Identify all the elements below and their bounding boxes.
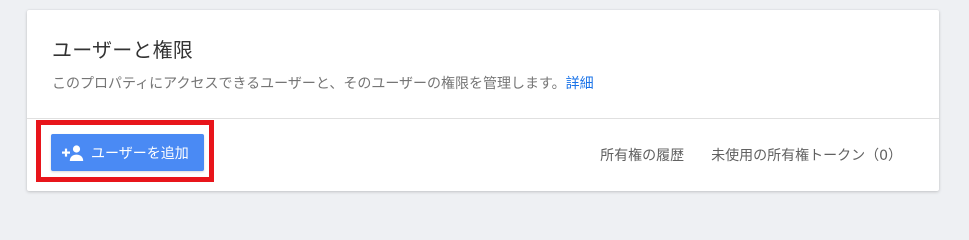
learn-more-link[interactable]: 詳細 — [566, 76, 594, 92]
unused-ownership-tokens-link[interactable]: 未使用の所有権トークン（0） — [711, 145, 902, 165]
panel-description: このプロパティにアクセスできるユーザーと、そのユーザーの権限を管理します。詳細 — [52, 73, 594, 93]
divider — [27, 118, 939, 119]
add-user-label: ユーザーを追加 — [91, 145, 189, 162]
add-user-button[interactable]: ユーザーを追加 — [51, 134, 204, 171]
person-add-icon — [61, 144, 85, 162]
ownership-history-link[interactable]: 所有権の履歴 — [600, 145, 684, 165]
description-text: このプロパティにアクセスできるユーザーと、そのユーザーの権限を管理します。 — [52, 76, 566, 92]
panel-title: ユーザーと権限 — [52, 38, 193, 62]
footer-links: 所有権の履歴 未使用の所有権トークン（0） — [600, 145, 902, 165]
users-permissions-panel: ユーザーと権限 このプロパティにアクセスできるユーザーと、そのユーザーの権限を管… — [27, 10, 939, 191]
panel-header: ユーザーと権限 このプロパティにアクセスできるユーザーと、そのユーザーの権限を管… — [27, 10, 939, 118]
